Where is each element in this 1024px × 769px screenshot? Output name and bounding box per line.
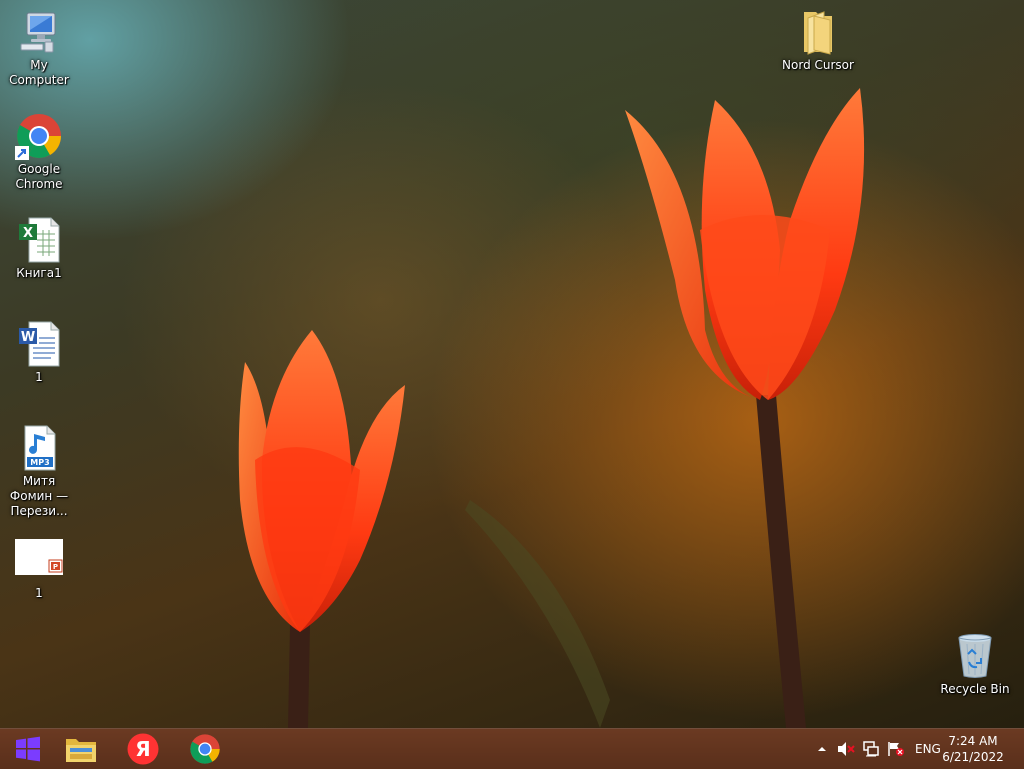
desktop-icon-nord-cursor-folder[interactable]: Nord Cursor [780,8,856,73]
desktop[interactable]: My Computer Google Chrome X Книга1 W 1 M… [0,0,1024,728]
file-explorer-icon [66,739,96,762]
start-button[interactable] [0,729,56,769]
volume-muted-icon[interactable] [837,741,855,757]
show-hidden-icons-chevron-icon[interactable] [816,741,832,757]
shortcut-arrow-icon [15,146,29,160]
action-center-flag-icon[interactable] [887,741,904,757]
desktop-icon-powerpoint-1[interactable]: P 1 [1,536,77,601]
desktop-icon-label: 1 [35,586,43,600]
windows-logo-icon [16,736,40,762]
desktop-icon-label: Google Chrome [15,162,63,191]
chrome-icon [15,112,63,160]
powerpoint-file-icon: P [15,536,63,584]
desktop-icon-excel-book1[interactable]: X Книга1 [1,216,77,281]
taskbar-chrome-button[interactable] [177,729,233,769]
wallpaper-tulips-image [238,88,865,728]
desktop-icon-label: Recycle Bin [940,682,1010,696]
desktop-icon-mp3-file[interactable]: MP3 Митя Фомин — Перези... [1,424,77,519]
word-file-icon: W [15,320,63,368]
svg-text:MP3: MP3 [30,458,49,467]
svg-text:P: P [53,563,58,571]
svg-text:X: X [23,226,33,241]
folder-icon [794,8,842,56]
desktop-icon-label: 1 [35,370,43,384]
desktop-icon-my-computer[interactable]: My Computer [1,8,77,88]
svg-text:Я: Я [135,737,150,761]
desktop-icon-word-1[interactable]: W 1 [1,320,77,385]
mp3-file-icon: MP3 [15,424,63,472]
clock-date: 6/21/2022 [942,750,1004,764]
desktop-icon-google-chrome[interactable]: Google Chrome [1,112,77,192]
desktop-icon-label: Митя Фомин — Перези... [9,474,69,518]
desktop-icon-label: Nord Cursor [782,58,854,72]
desktop-icon-label: Книга1 [16,266,62,280]
desktop-icon-label: My Computer [9,58,69,87]
taskbar-yandex-browser-button[interactable]: Я [115,729,171,769]
excel-file-icon: X [15,216,63,264]
yandex-browser-icon: Я [127,733,159,765]
svg-text:W: W [21,330,35,345]
recycle-bin-icon [951,632,999,680]
chrome-icon [190,734,220,764]
computer-icon [15,8,63,56]
desktop-icon-recycle-bin[interactable]: Recycle Bin [937,632,1013,697]
taskbar: Я ENG 7:24 AM 6/21/2022 [0,728,1024,769]
network-icon[interactable] [862,741,879,757]
clock-time: 7:24 AM [948,734,998,748]
taskbar-file-explorer-button[interactable] [53,729,109,769]
